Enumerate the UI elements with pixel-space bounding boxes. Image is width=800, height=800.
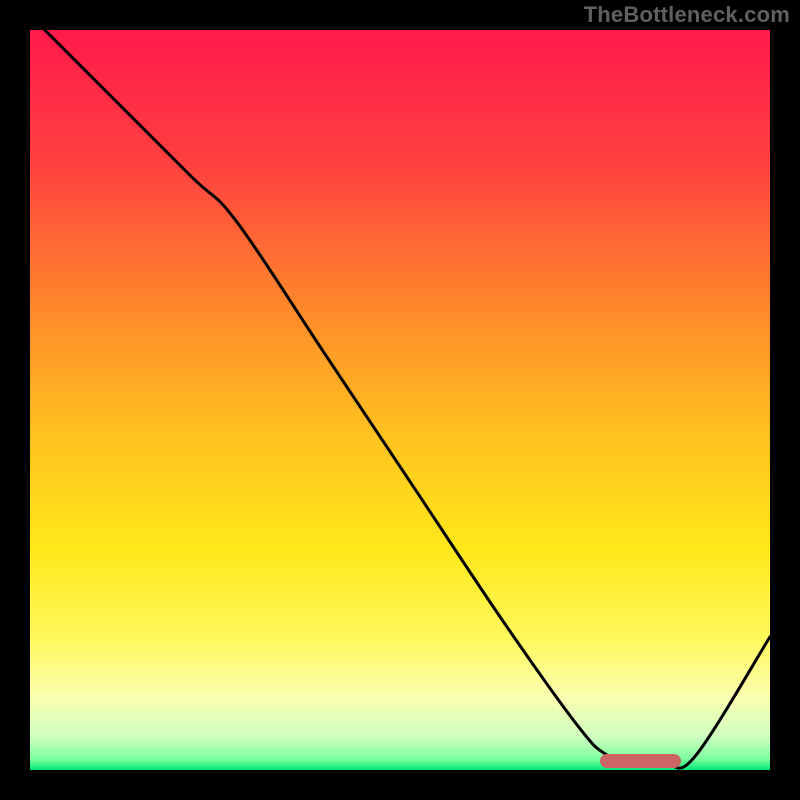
watermark-text: TheBottleneck.com — [584, 2, 790, 28]
chart-stage: TheBottleneck.com — [0, 0, 800, 800]
chart-background — [30, 30, 770, 770]
chart-svg — [30, 30, 770, 770]
plot-area — [30, 30, 770, 770]
sweet-spot-marker — [600, 754, 681, 769]
